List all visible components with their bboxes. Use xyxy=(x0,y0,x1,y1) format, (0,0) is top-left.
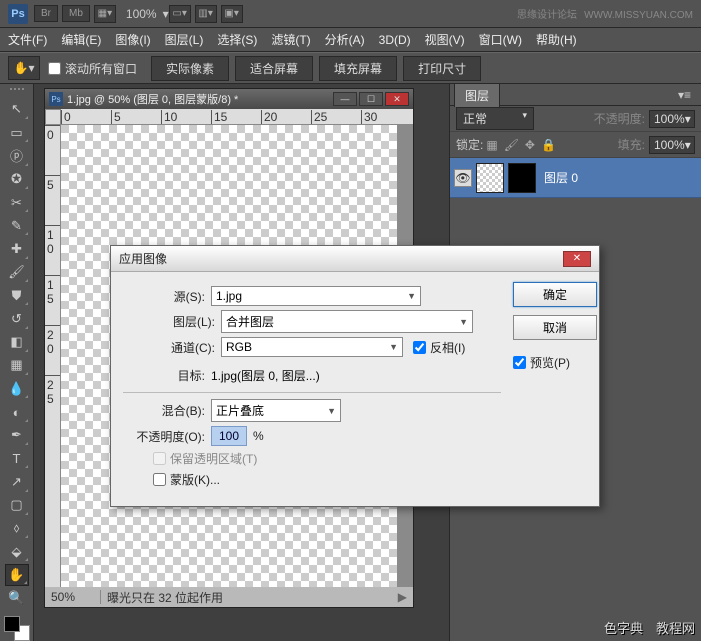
channel-label: 通道(C): xyxy=(153,339,215,356)
preview-checkbox[interactable]: 预览(P) xyxy=(513,354,597,371)
layer-select[interactable]: 合并图层▼ xyxy=(221,310,473,333)
source-label: 源(S): xyxy=(123,288,205,305)
source-select[interactable]: 1.jpg▼ xyxy=(211,286,421,306)
channel-select[interactable]: RGB▼ xyxy=(221,337,403,357)
dialog-titlebar[interactable]: 应用图像 ✕ xyxy=(111,246,599,272)
target-value: 1.jpg(图层 0, 图层...) xyxy=(211,367,320,384)
opacity-input-dlg[interactable] xyxy=(211,426,247,446)
target-label: 目标: xyxy=(123,367,205,384)
opacity-unit: % xyxy=(253,429,264,443)
mask-checkbox[interactable]: 蒙版(K)... xyxy=(153,471,501,488)
ok-button[interactable]: 确定 xyxy=(513,282,597,307)
dialog-title: 应用图像 xyxy=(119,250,167,267)
blend-select[interactable]: 正片叠底▼ xyxy=(211,399,341,422)
cancel-button[interactable]: 取消 xyxy=(513,315,597,340)
dialog-close-icon[interactable]: ✕ xyxy=(563,251,591,267)
invert-checkbox[interactable]: 反相(I) xyxy=(413,339,495,356)
opacity-label-dlg: 不透明度(O): xyxy=(123,428,205,445)
footer-watermark: 色字典 教程网 xyxy=(604,618,695,637)
apply-image-dialog: 应用图像 ✕ 源(S): 1.jpg▼ 图层(L): 合并图层▼ 通 xyxy=(110,245,600,507)
preserve-trans-checkbox[interactable]: 保留透明区域(T) xyxy=(153,450,501,467)
layer-label: 图层(L): xyxy=(153,313,215,330)
dialog-overlay: 应用图像 ✕ 源(S): 1.jpg▼ 图层(L): 合并图层▼ 通 xyxy=(0,0,701,641)
blend-label: 混合(B): xyxy=(123,402,205,419)
